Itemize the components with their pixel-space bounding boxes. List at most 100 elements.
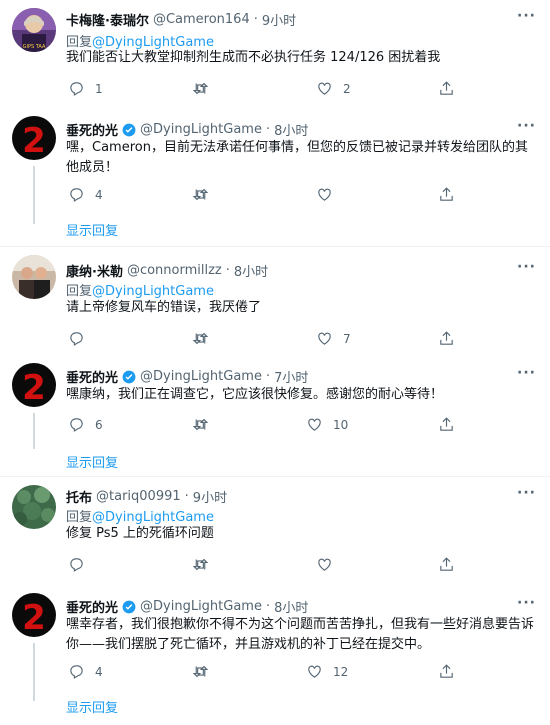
- reply-icon: [70, 332, 83, 346]
- display-name[interactable]: 康纳·米勒: [66, 261, 123, 280]
- tweet-header: 康纳·米勒 @connormillzz · 8小时: [66, 261, 268, 280]
- avatar[interactable]: [12, 255, 56, 299]
- tweet-actions: 7: [66, 330, 496, 350]
- share-button[interactable]: [438, 80, 455, 97]
- share-button[interactable]: [438, 330, 455, 347]
- share-icon: [440, 417, 453, 431]
- reply-to-label: 回复: [66, 284, 93, 299]
- retweet-button[interactable]: [192, 663, 219, 680]
- timestamp[interactable]: 8小时: [274, 597, 308, 616]
- like-count: 12: [333, 664, 349, 679]
- show-replies-link[interactable]: 显示回复: [66, 220, 118, 239]
- more-options-icon[interactable]: ···: [517, 118, 536, 134]
- timestamp[interactable]: 9小时: [193, 487, 227, 506]
- reply-to-line: 回复@DyingLightGame: [66, 506, 214, 525]
- show-replies-link[interactable]: 显示回复: [66, 697, 118, 716]
- retweet-button[interactable]: [192, 556, 219, 573]
- tweet-dyinglight-reply-2[interactable]: 2 垂死的光 @DyingLightGame · 7小时 ··· 嘿康纳，我们正…: [0, 355, 550, 473]
- reply-button[interactable]: [68, 556, 95, 573]
- retweet-icon: [192, 332, 209, 345]
- share-button[interactable]: [438, 556, 455, 573]
- show-replies-link[interactable]: 显示回复: [66, 452, 118, 471]
- tweet-cameron[interactable]: GIPS TAA 卡梅隆·泰瑞尔 @Cameron164 · 9小时 ··· 回…: [0, 0, 550, 108]
- more-options-icon[interactable]: ···: [517, 365, 536, 381]
- reply-button[interactable]: [68, 330, 95, 347]
- tweet-header: 托布 @tariq00991 · 9小时: [66, 487, 227, 506]
- reply-icon: [70, 558, 83, 572]
- share-button[interactable]: [438, 663, 455, 680]
- like-count: 7: [343, 331, 351, 346]
- retweet-icon: [192, 665, 209, 678]
- timestamp[interactable]: 8小时: [274, 120, 308, 139]
- like-button[interactable]: [316, 186, 343, 203]
- more-options-icon[interactable]: ···: [517, 8, 536, 24]
- like-button[interactable]: 7: [316, 330, 351, 347]
- avatar[interactable]: GIPS TAA: [12, 8, 56, 52]
- heart-icon: [308, 418, 321, 431]
- reply-button[interactable]: 6: [68, 416, 103, 433]
- user-handle[interactable]: @DyingLightGame: [140, 122, 262, 137]
- retweet-icon: [192, 188, 209, 201]
- share-icon: [440, 187, 453, 201]
- like-button[interactable]: 10: [306, 416, 348, 433]
- retweet-icon: [192, 82, 209, 95]
- display-name[interactable]: 垂死的光: [66, 597, 118, 616]
- more-options-icon[interactable]: ···: [517, 485, 536, 501]
- tweet-dyinglight-reply-1[interactable]: 2 垂死的光 @DyingLightGame · 8小时 ··· 嘿，Camer…: [0, 108, 550, 246]
- verified-badge-icon: [122, 370, 136, 383]
- like-button[interactable]: 12: [306, 663, 348, 680]
- user-handle[interactable]: @tariq00991: [96, 489, 181, 504]
- share-icon: [440, 557, 453, 571]
- retweet-button[interactable]: [192, 416, 219, 433]
- separator-dot: ·: [265, 599, 271, 614]
- reply-button[interactable]: 1: [68, 80, 103, 97]
- reply-count: 6: [95, 417, 103, 432]
- more-options-icon[interactable]: ···: [517, 259, 536, 275]
- share-button[interactable]: [438, 416, 455, 433]
- tweet-dyinglight-reply-3[interactable]: 2 垂死的光 @DyingLightGame · 8小时 ··· 嘿幸存者，我们…: [0, 585, 550, 725]
- reply-button[interactable]: 4: [68, 663, 103, 680]
- reply-to-mention[interactable]: @DyingLightGame: [92, 284, 214, 299]
- verified-badge-icon: [122, 600, 136, 613]
- retweet-button[interactable]: [192, 330, 219, 347]
- user-handle[interactable]: @DyingLightGame: [140, 369, 262, 384]
- heart-icon: [318, 332, 331, 345]
- like-button[interactable]: [316, 556, 343, 573]
- reply-count: 1: [95, 81, 103, 96]
- like-button[interactable]: 2: [316, 80, 351, 97]
- more-options-icon[interactable]: ···: [517, 595, 536, 611]
- user-handle[interactable]: @connormillzz: [127, 263, 222, 278]
- timestamp[interactable]: 8小时: [234, 261, 268, 280]
- reply-count: 4: [95, 664, 103, 679]
- avatar[interactable]: 2: [12, 116, 56, 160]
- timestamp[interactable]: 7小时: [274, 367, 308, 386]
- display-name[interactable]: 托布: [66, 487, 92, 506]
- reply-button[interactable]: 4: [68, 186, 103, 203]
- tweet-text: 请上帝修复风车的错误，我厌倦了: [66, 300, 262, 315]
- avatar[interactable]: [12, 485, 56, 529]
- heart-icon: [318, 82, 331, 95]
- user-handle[interactable]: @DyingLightGame: [140, 599, 262, 614]
- tweet-tobu[interactable]: 托布 @tariq00991 · 9小时 ··· 回复@DyingLightGa…: [0, 477, 550, 585]
- display-name[interactable]: 卡梅隆·泰瑞尔: [66, 10, 149, 29]
- avatar-logo-text: 2: [22, 121, 46, 160]
- separator-dot: ·: [225, 263, 230, 278]
- user-handle[interactable]: @Cameron164: [153, 12, 250, 27]
- like-count: 2: [343, 81, 351, 96]
- heart-icon: [318, 188, 331, 201]
- timestamp[interactable]: 9小时: [262, 10, 296, 29]
- retweet-button[interactable]: [192, 186, 219, 203]
- retweet-icon: [192, 418, 209, 431]
- avatar[interactable]: 2: [12, 593, 56, 637]
- reply-to-label: 回复: [66, 510, 93, 525]
- tweet-connor[interactable]: 康纳·米勒 @connormillzz · 8小时 ··· 回复@DyingLi…: [0, 247, 550, 355]
- tweet-actions: 6 10: [66, 416, 496, 436]
- reply-to-mention[interactable]: @DyingLightGame: [92, 510, 214, 525]
- reply-icon: [70, 418, 83, 432]
- retweet-button[interactable]: [192, 80, 219, 97]
- reply-to-line: 回复@DyingLightGame: [66, 280, 214, 299]
- display-name[interactable]: 垂死的光: [66, 367, 118, 386]
- share-button[interactable]: [438, 186, 455, 203]
- avatar[interactable]: 2: [12, 363, 56, 407]
- display-name[interactable]: 垂死的光: [66, 120, 118, 139]
